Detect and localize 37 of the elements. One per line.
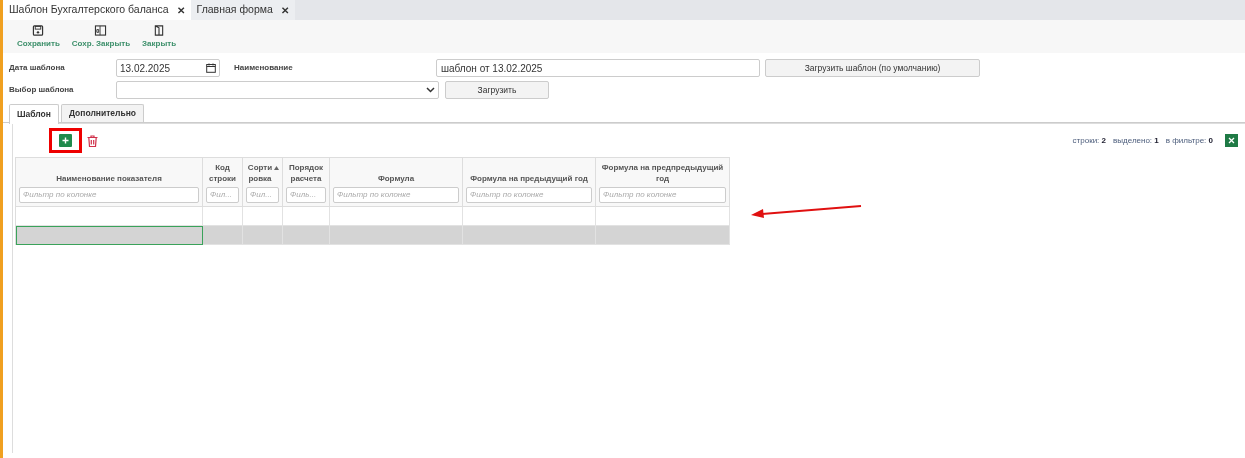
column-header: Наименование показателя Фильтр по колонке [16,158,203,207]
sort-icon[interactable] [274,166,279,170]
save-icon [32,25,45,36]
column-header: Формула Фильтр по колонке [330,158,463,207]
field-label: Дата шаблона [9,62,66,74]
field-label: Наименование [233,62,294,74]
calendar-icon[interactable] [206,63,216,73]
close-icon[interactable]: ✕ [176,2,185,18]
load-button[interactable]: Загрузить [445,81,549,99]
trash-icon [87,134,98,147]
toolbar-button[interactable]: Сохранить [17,25,60,50]
column-header: Формула на предпредыдущий год Фильтр по колонке [596,158,730,207]
column-header: Формула на предыдущий год Фильтр по колонке [463,158,596,207]
stat-text: строки: 2 [1072,134,1107,147]
load-default-button[interactable]: Загрузить шаблон (по умолчанию) [765,59,980,77]
plus-icon [62,137,69,144]
excel-export-button[interactable] [1225,134,1238,147]
column-header: Порядок расчета Филь... [283,158,330,207]
date-field[interactable]: 13.02.2025 [116,59,220,77]
column-header: Код строки Фил... [203,158,243,207]
door-icon [154,25,165,36]
stat-text: в фильтре: 0 [1165,134,1213,147]
add-button[interactable] [59,134,72,147]
name-field[interactable]: шаблон от 13.02.2025 [436,59,760,77]
column-header: Сортировка Фил... [243,158,283,207]
stat-text: выделено: 1 [1113,134,1159,147]
tab[interactable]: Дополнительно [60,104,144,122]
document-tab[interactable]: Шаблон Бухгалтерского баланса ✕ [3,0,191,20]
delete-button[interactable] [87,134,98,147]
toolbar-button[interactable]: Закрыть [142,25,177,50]
toolbar-button[interactable]: Сохр. Закрыть [71,25,131,50]
chevron-down-icon [426,87,435,93]
tab[interactable]: Шаблон [9,104,59,124]
field-label: Выбор шаблона [9,84,75,96]
close-icon[interactable]: ✕ [280,2,289,18]
document-tab[interactable]: Главная форма ✕ [190,0,295,20]
door-icon [94,25,108,36]
